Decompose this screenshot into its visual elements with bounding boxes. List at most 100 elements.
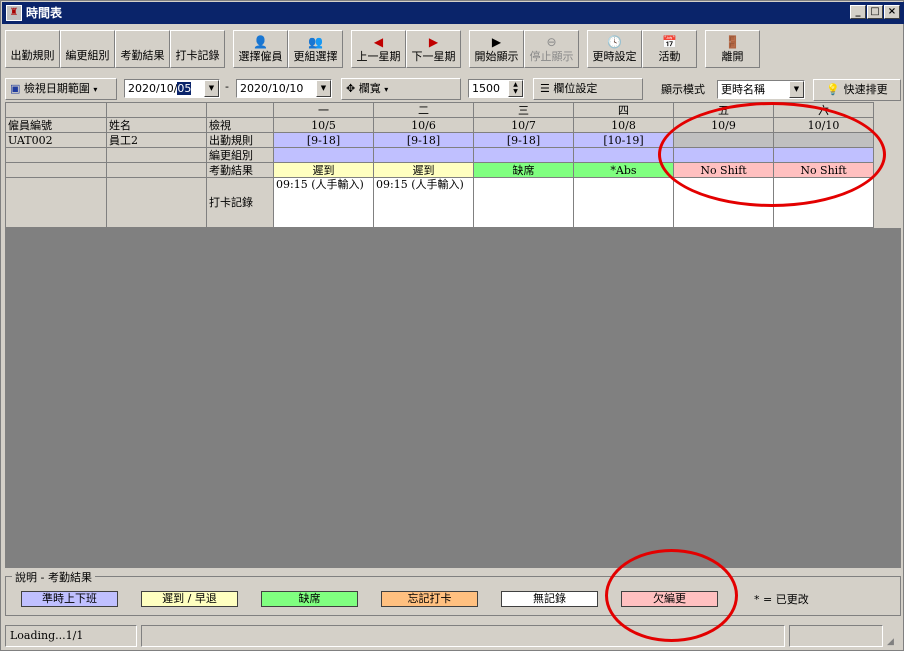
date-to-value: 2020/10/10 bbox=[240, 82, 304, 95]
group-cell[interactable] bbox=[573, 147, 674, 163]
shift-group-select-label: 更組選擇 bbox=[293, 50, 338, 63]
tab-attendance-rule[interactable]: 出勤規則 bbox=[5, 30, 60, 68]
punch-cell[interactable] bbox=[773, 177, 874, 228]
punch-cell[interactable] bbox=[573, 177, 674, 228]
rule-cell[interactable] bbox=[673, 132, 774, 148]
shift-group-select-button[interactable]: 👥 更組選擇 bbox=[288, 30, 343, 68]
calendar-icon: 📅 bbox=[662, 35, 677, 49]
punch-cell[interactable]: 09:15 (人手輸入) bbox=[373, 177, 474, 228]
employee-id-cell[interactable]: UAT002 bbox=[5, 132, 107, 148]
leave-button[interactable]: 🚪 離開 bbox=[705, 30, 760, 68]
result-cell[interactable]: *Abs bbox=[573, 162, 674, 178]
date-header[interactable]: 10/8 bbox=[573, 117, 674, 133]
date-to-dropdown-icon[interactable]: ▼ bbox=[316, 80, 331, 97]
select-employee-button[interactable]: 👤 選擇僱員 bbox=[233, 30, 288, 68]
group-cell[interactable] bbox=[673, 147, 774, 163]
column-header-name[interactable]: 姓名 bbox=[106, 117, 207, 133]
status-text: Loading...1/1 bbox=[5, 625, 137, 647]
play-icon: ▶ bbox=[491, 35, 502, 49]
blank-cell bbox=[5, 162, 107, 178]
view-range-label: 檢視日期範圍 bbox=[23, 82, 90, 95]
header-blank bbox=[5, 102, 107, 118]
column-header-view[interactable]: 檢視 bbox=[206, 117, 274, 133]
employee-icon: 👤 bbox=[253, 35, 268, 49]
group-cell[interactable] bbox=[273, 147, 374, 163]
date-header[interactable]: 10/9 bbox=[673, 117, 774, 133]
rule-cell[interactable]: [10-19] bbox=[573, 132, 674, 148]
blank-cell bbox=[5, 147, 107, 163]
group-cell[interactable] bbox=[773, 147, 874, 163]
date-header[interactable]: 10/6 bbox=[373, 117, 474, 133]
next-week-label: 下一星期 bbox=[411, 50, 456, 63]
tab-attendance-result[interactable]: 考勤結果 bbox=[115, 30, 170, 68]
result-cell[interactable]: 遲到 bbox=[373, 162, 474, 178]
rule-cell[interactable]: [9-18] bbox=[473, 132, 574, 148]
maximize-button[interactable]: □ bbox=[867, 5, 883, 19]
display-mode-select[interactable]: 更時名稱 ▼ bbox=[717, 80, 805, 99]
row-label-result: 考勤結果 bbox=[206, 162, 274, 178]
weekday-header[interactable]: 二 bbox=[373, 102, 474, 118]
column-width-dropdown[interactable]: ✥ 欄寬 ▾ bbox=[341, 78, 461, 100]
weekday-header[interactable]: 六 bbox=[773, 102, 874, 118]
spinner-arrows-icon[interactable]: ▲ ▼ bbox=[508, 80, 523, 97]
activity-button[interactable]: 📅 活動 bbox=[642, 30, 697, 68]
result-cell[interactable]: No Shift bbox=[773, 162, 874, 178]
lightbulb-icon: 💡 bbox=[826, 83, 841, 96]
minimize-button[interactable]: _ bbox=[850, 5, 866, 19]
weekday-header[interactable]: 一 bbox=[273, 102, 374, 118]
rule-cell[interactable]: [9-18] bbox=[373, 132, 474, 148]
legend-absent: 缺席 bbox=[261, 591, 358, 607]
display-mode-value: 更時名稱 bbox=[721, 83, 765, 96]
date-header[interactable]: 10/7 bbox=[473, 117, 574, 133]
blank-cell bbox=[5, 177, 107, 228]
column-settings-button[interactable]: ☰ 欄位設定 bbox=[533, 78, 643, 100]
prev-week-button[interactable]: ◀ 上一星期 bbox=[351, 30, 406, 68]
punch-cell[interactable]: 09:15 (人手輸入) bbox=[273, 177, 374, 228]
select-employee-label: 選擇僱員 bbox=[238, 50, 283, 63]
shift-setting-button[interactable]: 🕓 更時設定 bbox=[587, 30, 642, 68]
column-header-employee-no[interactable]: 僱員編號 bbox=[5, 117, 107, 133]
date-from-picker[interactable]: 2020/10/05 ▼ bbox=[124, 79, 220, 98]
group-cell[interactable] bbox=[473, 147, 574, 163]
punch-cell[interactable] bbox=[673, 177, 774, 228]
employee-name-cell[interactable]: 員工2 bbox=[106, 132, 207, 148]
date-to-picker[interactable]: 2020/10/10 ▼ bbox=[236, 79, 332, 98]
start-display-button[interactable]: ▶ 開始顯示 bbox=[469, 30, 524, 68]
date-header[interactable]: 10/5 bbox=[273, 117, 374, 133]
tab-shift-group[interactable]: 編更組別 bbox=[60, 30, 115, 68]
stop-icon: ⊖ bbox=[546, 35, 557, 49]
view-range-dropdown[interactable]: ▣ 檢視日期範圍 ▾ bbox=[5, 78, 117, 100]
display-mode-label: 顯示模式 bbox=[661, 83, 705, 96]
blank-cell bbox=[106, 162, 207, 178]
resize-grip-icon[interactable]: ◢ bbox=[887, 637, 894, 647]
status-panel bbox=[141, 625, 785, 647]
result-cell[interactable]: No Shift bbox=[673, 162, 774, 178]
punch-cell[interactable] bbox=[473, 177, 574, 228]
quick-shift-button[interactable]: 💡 快速排更 bbox=[813, 79, 901, 101]
date-from-selected-day: 05 bbox=[177, 82, 192, 95]
legend-caption: 說明 - 考勤結果 bbox=[12, 569, 95, 585]
leave-label: 離開 bbox=[721, 50, 744, 63]
display-mode-dropdown-icon[interactable]: ▼ bbox=[789, 81, 804, 98]
next-week-button[interactable]: ▶ 下一星期 bbox=[406, 30, 461, 68]
result-cell[interactable]: 缺席 bbox=[473, 162, 574, 178]
date-from-dropdown-icon[interactable]: ▼ bbox=[204, 80, 219, 97]
result-cell[interactable]: 遲到 bbox=[273, 162, 374, 178]
legend-no-record: 無記錄 bbox=[501, 591, 598, 607]
list-icon: ☰ bbox=[540, 82, 550, 95]
rule-cell[interactable] bbox=[773, 132, 874, 148]
rule-cell[interactable]: [9-18] bbox=[273, 132, 374, 148]
weekday-header[interactable]: 五 bbox=[673, 102, 774, 118]
width-value-spinner[interactable]: 1500 ▲ ▼ bbox=[468, 79, 524, 98]
status-panel bbox=[789, 625, 883, 647]
column-width-label: 欄寬 bbox=[358, 82, 381, 95]
weekday-header[interactable]: 四 bbox=[573, 102, 674, 118]
date-header[interactable]: 10/10 bbox=[773, 117, 874, 133]
stop-display-button[interactable]: ⊖ 停止顯示 bbox=[524, 30, 579, 68]
prev-week-label: 上一星期 bbox=[356, 50, 401, 63]
group-cell[interactable] bbox=[373, 147, 474, 163]
close-button[interactable]: × bbox=[884, 5, 900, 19]
arrow-right-icon: ▶ bbox=[428, 35, 439, 49]
tab-punch-record[interactable]: 打卡記錄 bbox=[170, 30, 225, 68]
weekday-header[interactable]: 三 bbox=[473, 102, 574, 118]
